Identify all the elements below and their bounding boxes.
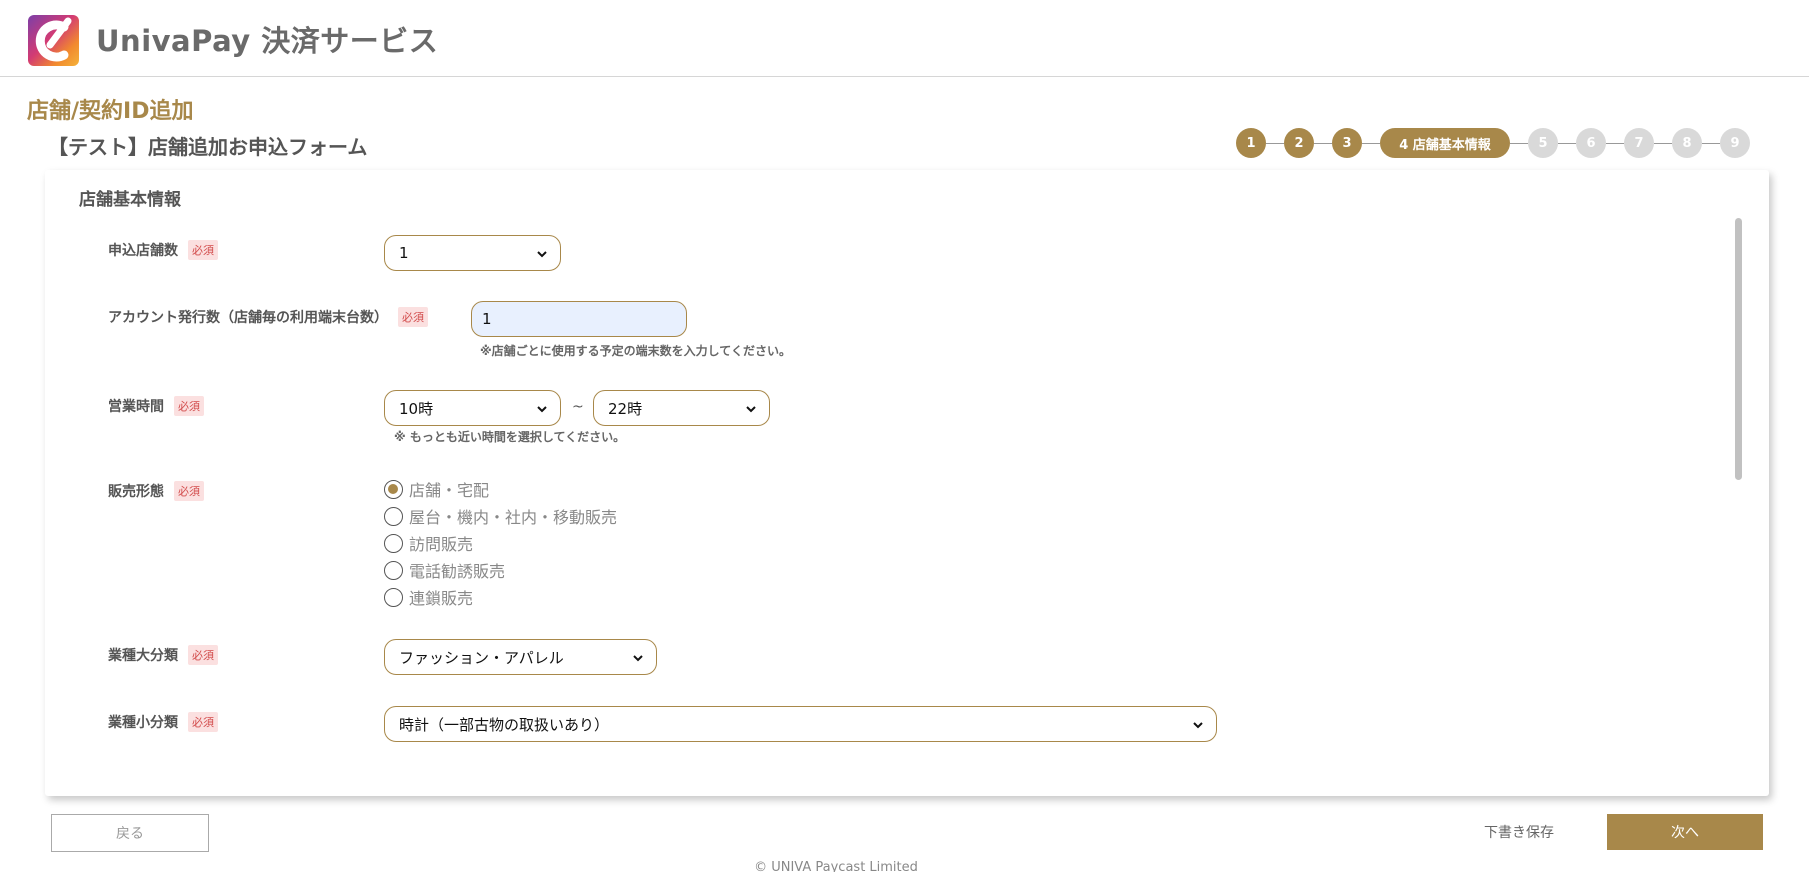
sales-type-option-label: 連鎖販売 (409, 589, 474, 608)
account-count-input[interactable]: 1 (471, 301, 687, 337)
chevron-down-icon (537, 251, 547, 258)
step-connector (1362, 142, 1380, 144)
step-connector (1606, 142, 1624, 144)
app-title: UnivaPay 決済サービス (96, 24, 439, 58)
industry-major-select[interactable]: ファッション・アパレル (384, 639, 657, 675)
sales-type-option-label: 店舗・宅配 (409, 481, 490, 500)
form-title: 【テスト】店舗追加お申込フォーム (48, 135, 368, 159)
progress-stepper: 1 2 3 4 店舗基本情報 5 6 7 8 9 (1236, 128, 1750, 158)
sales-type-option-label: 訪問販売 (409, 535, 474, 554)
business-hours-label: 営業時間 必須 (108, 396, 204, 416)
industry-minor-label: 業種小分類 必須 (108, 712, 218, 732)
step-connector (1314, 142, 1332, 144)
store-count-label: 申込店舗数 必須 (108, 240, 218, 260)
form-card: 店舗基本情報 申込店舗数 必須 1 アカウント発行数（店舗毎の利用端末台数） 必須 … (45, 170, 1769, 796)
radio-button[interactable] (384, 560, 403, 580)
store-count-label-text: 申込店舗数 (108, 243, 178, 259)
radio-button[interactable] (384, 533, 403, 553)
account-count-label-text: アカウント発行数（店舗毎の利用端末台数） (108, 310, 388, 326)
sales-type-label: 販売形態 必須 (108, 481, 204, 501)
step-9: 9 (1720, 128, 1750, 158)
section-title: 店舗基本情報 (79, 190, 181, 210)
step-connector (1702, 142, 1720, 144)
step-6: 6 (1576, 128, 1606, 158)
step-connector (1654, 142, 1672, 144)
step-2: 2 (1284, 128, 1314, 158)
footer-copyright: © UNIVA Paycast Limited (754, 860, 918, 872)
chevron-down-icon (537, 406, 547, 413)
back-button[interactable]: 戻る (51, 814, 209, 852)
account-count-label: アカウント発行数（店舗毎の利用端末台数） 必須 (108, 307, 428, 327)
scrollbar-thumb[interactable] (1735, 218, 1742, 480)
industry-minor-label-text: 業種小分類 (108, 715, 178, 731)
industry-major-label: 業種大分類 必須 (108, 645, 218, 665)
business-hours-from-value: 10時 (399, 399, 434, 418)
business-hours-to-select[interactable]: 22時 (593, 390, 770, 426)
step-connector (1510, 142, 1528, 144)
step-1: 1 (1236, 128, 1266, 158)
chevron-down-icon (746, 406, 756, 413)
required-badge: 必須 (174, 481, 204, 501)
industry-minor-select[interactable]: 時計（一部古物の取扱いあり） (384, 706, 1217, 742)
next-button[interactable]: 次へ (1607, 814, 1763, 850)
time-range-separator: ~ (572, 399, 584, 415)
store-count-select[interactable]: 1 (384, 235, 561, 271)
account-count-note: ※店舗ごとに使用する予定の端末数を入力してください。 (480, 344, 791, 358)
required-badge: 必須 (174, 396, 204, 416)
univapay-logo-icon (28, 15, 79, 66)
chevron-down-icon (633, 655, 643, 662)
required-badge: 必須 (188, 712, 218, 732)
industry-minor-value: 時計（一部古物の取扱いあり） (399, 715, 610, 734)
save-draft-button[interactable]: 下書き保存 (1474, 814, 1564, 850)
radio-button[interactable] (384, 587, 403, 607)
sales-type-option-mobile[interactable]: 屋台・機内・社内・移動販売 (384, 504, 617, 528)
required-badge: 必須 (188, 645, 218, 665)
radio-button[interactable] (384, 506, 403, 526)
step-8: 8 (1672, 128, 1702, 158)
business-hours-note: ※ もっとも近い時間を選択してください。 (394, 430, 626, 444)
required-badge: 必須 (398, 307, 428, 327)
required-badge: 必須 (188, 240, 218, 260)
radio-button-checked[interactable] (384, 479, 403, 499)
sales-type-option-chain-sales[interactable]: 連鎖販売 (384, 585, 473, 609)
sales-type-option-store[interactable]: 店舗・宅配 (384, 477, 489, 501)
step-5: 5 (1528, 128, 1558, 158)
step-connector (1266, 142, 1284, 144)
app-header: UnivaPay 決済サービス (0, 0, 1809, 77)
sales-type-label-text: 販売形態 (108, 484, 164, 500)
step-4-current: 4 店舗基本情報 (1380, 128, 1510, 158)
business-hours-label-text: 営業時間 (108, 399, 164, 415)
page-title: 店舗/契約ID追加 (27, 99, 194, 124)
business-hours-from-select[interactable]: 10時 (384, 390, 561, 426)
business-hours-to-value: 22時 (608, 399, 643, 418)
chevron-down-icon (1193, 722, 1203, 729)
step-3: 3 (1332, 128, 1362, 158)
step-connector (1558, 142, 1576, 144)
industry-major-value: ファッション・アパレル (399, 648, 564, 667)
sales-type-option-door-to-door[interactable]: 訪問販売 (384, 531, 473, 555)
sales-type-option-label: 電話勧誘販売 (409, 562, 506, 581)
sales-type-option-telemarketing[interactable]: 電話勧誘販売 (384, 558, 505, 582)
step-7: 7 (1624, 128, 1654, 158)
store-count-value: 1 (399, 244, 409, 262)
account-count-value: 1 (482, 310, 492, 328)
sales-type-option-label: 屋台・機内・社内・移動販売 (409, 508, 618, 527)
industry-major-label-text: 業種大分類 (108, 648, 178, 664)
